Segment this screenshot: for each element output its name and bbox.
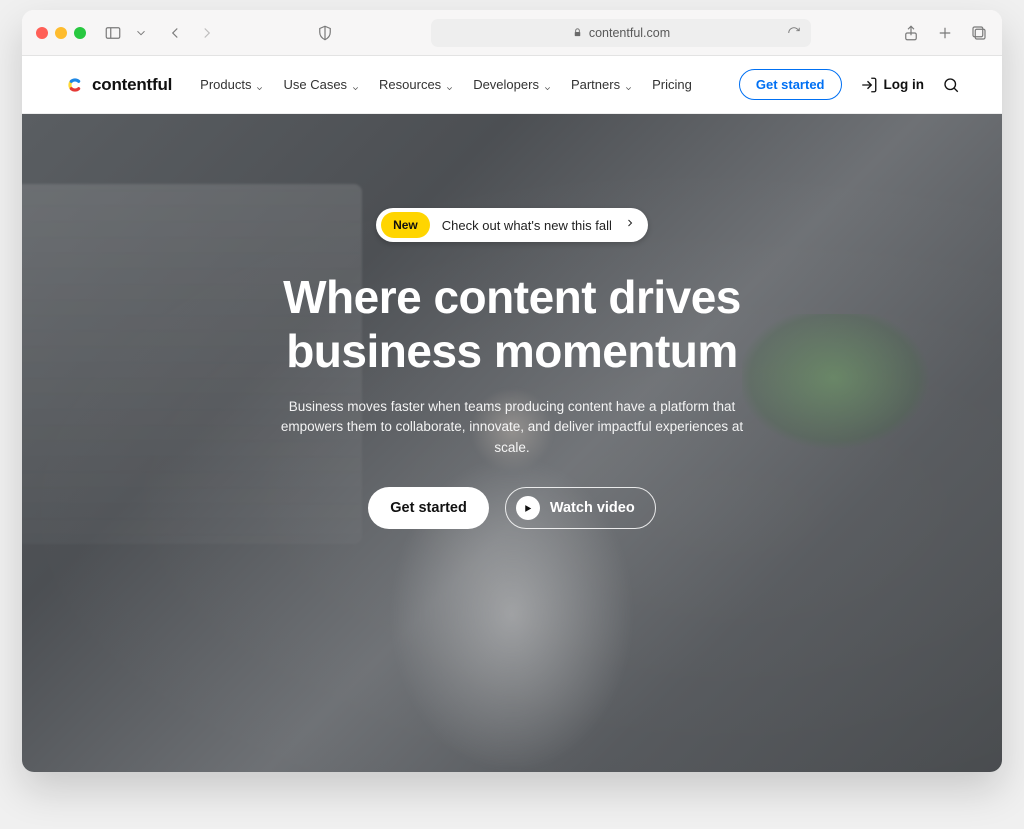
login-link[interactable]: Log in [860,76,925,94]
url-text: contentful.com [589,26,670,40]
hero-title-line1: Where content drives [283,271,741,323]
announcement-text: Check out what's new this fall [442,218,612,233]
nav-label: Use Cases [283,77,347,92]
chevron-down-icon [351,81,359,89]
site-header: contentful Products Use Cases Resources … [22,56,1002,114]
new-badge: New [381,212,430,238]
nav-label: Partners [571,77,620,92]
nav-label: Developers [473,77,539,92]
minimize-window-button[interactable] [55,27,67,39]
announcement-pill[interactable]: New Check out what's new this fall [376,208,648,242]
nav-products[interactable]: Products [200,77,263,92]
address-bar[interactable]: contentful.com [431,19,811,47]
watch-video-button[interactable]: Watch video [505,487,656,529]
search-button[interactable] [942,76,960,94]
login-label: Log in [884,77,925,92]
chevron-down-icon [543,81,551,89]
logo-mark-icon [64,74,86,96]
search-icon [942,76,960,94]
nav-label: Pricing [652,77,692,92]
login-icon [860,76,878,94]
watch-video-label: Watch video [550,500,635,516]
close-window-button[interactable] [36,27,48,39]
lock-icon [572,27,583,38]
back-button[interactable] [166,24,184,42]
nav-developers[interactable]: Developers [473,77,551,92]
maximize-window-button[interactable] [74,27,86,39]
chevron-down-icon[interactable] [132,24,150,42]
hero-title: Where content drives business momentum [283,270,741,379]
nav-use-cases[interactable]: Use Cases [283,77,359,92]
nav-label: Products [200,77,251,92]
logo[interactable]: contentful [64,74,172,96]
privacy-shield-icon[interactable] [316,24,334,42]
hero-cta-row: Get started Watch video [368,487,655,529]
get-started-header-button[interactable]: Get started [739,69,842,100]
nav-label: Resources [379,77,441,92]
nav-pricing[interactable]: Pricing [652,77,692,92]
get-started-hero-button[interactable]: Get started [368,487,489,529]
hero-title-line2: business momentum [286,325,738,377]
play-icon [516,496,540,520]
window-controls [36,27,86,39]
chevron-right-icon [624,216,636,234]
chevron-down-icon [445,81,453,89]
chevron-down-icon [255,81,263,89]
forward-button[interactable] [198,24,216,42]
chevron-down-icon [624,81,632,89]
nav-partners[interactable]: Partners [571,77,632,92]
hero-section: New Check out what's new this fall Where… [22,114,1002,772]
new-tab-icon[interactable] [936,24,954,42]
hero-subtitle: Business moves faster when teams produci… [272,397,752,460]
tabs-overview-icon[interactable] [970,24,988,42]
logo-text: contentful [92,75,172,95]
browser-chrome: contentful.com [22,10,1002,56]
primary-nav: Products Use Cases Resources Developers … [200,77,692,92]
browser-window: contentful.com [22,10,1002,772]
share-icon[interactable] [902,24,920,42]
sidebar-toggle-icon[interactable] [104,24,122,42]
refresh-icon[interactable] [785,24,803,42]
nav-resources[interactable]: Resources [379,77,453,92]
